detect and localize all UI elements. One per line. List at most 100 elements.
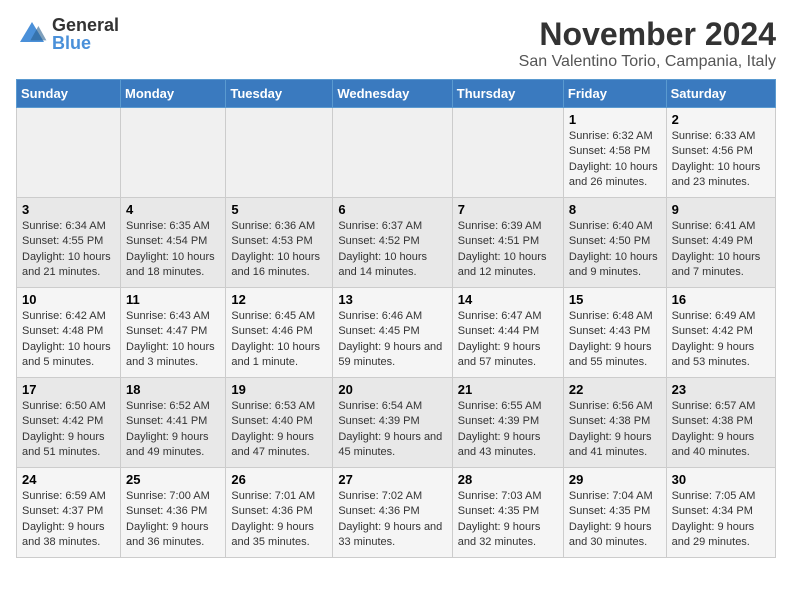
logo-icon (16, 18, 48, 50)
weekday-header-monday: Monday (121, 80, 226, 108)
calendar-cell (17, 108, 121, 198)
calendar-cell: 15 Sunrise: 6:48 AM Sunset: 4:43 PM Dayli… (563, 288, 666, 378)
day-number: 2 (672, 112, 770, 127)
day-info: Sunrise: 7:01 AM Sunset: 4:36 PM Dayligh… (231, 489, 327, 551)
day-number: 10 (22, 292, 115, 307)
day-number: 4 (126, 202, 220, 217)
day-info: Sunrise: 6:43 AM Sunset: 4:47 PM Dayligh… (126, 309, 220, 371)
day-number: 8 (569, 202, 661, 217)
day-number: 26 (231, 472, 327, 487)
month-title: November 2024 (519, 16, 776, 53)
logo-text: General Blue (52, 16, 119, 52)
calendar-cell: 28 Sunrise: 7:03 AM Sunset: 4:35 PM Dayli… (452, 468, 563, 558)
day-number: 19 (231, 382, 327, 397)
calendar-cell: 26 Sunrise: 7:01 AM Sunset: 4:36 PM Dayli… (226, 468, 333, 558)
calendar-week-2: 3 Sunrise: 6:34 AM Sunset: 4:55 PM Daylig… (17, 198, 776, 288)
logo-blue: Blue (52, 34, 119, 52)
day-number: 13 (338, 292, 446, 307)
weekday-header-tuesday: Tuesday (226, 80, 333, 108)
calendar-cell: 20 Sunrise: 6:54 AM Sunset: 4:39 PM Dayli… (333, 378, 452, 468)
day-info: Sunrise: 7:05 AM Sunset: 4:34 PM Dayligh… (672, 489, 770, 551)
calendar-cell: 10 Sunrise: 6:42 AM Sunset: 4:48 PM Dayli… (17, 288, 121, 378)
calendar-cell: 13Sunrise: 6:46 AM Sunset: 4:45 PM Dayli… (333, 288, 452, 378)
calendar-cell (226, 108, 333, 198)
day-number: 6 (338, 202, 446, 217)
day-info: Sunrise: 6:36 AM Sunset: 4:53 PM Dayligh… (231, 219, 327, 281)
calendar-cell: 30 Sunrise: 7:05 AM Sunset: 4:34 PM Dayli… (666, 468, 775, 558)
calendar-cell: 29Sunrise: 7:04 AM Sunset: 4:35 PM Dayli… (563, 468, 666, 558)
day-number: 15 (569, 292, 661, 307)
title-block: November 2024 San Valentino Torio, Campa… (519, 16, 776, 71)
day-info: Sunrise: 6:55 AM Sunset: 4:39 PM Dayligh… (458, 399, 558, 461)
weekday-header-friday: Friday (563, 80, 666, 108)
day-number: 12 (231, 292, 327, 307)
day-info: Sunrise: 6:56 AM Sunset: 4:38 PM Dayligh… (569, 399, 661, 461)
calendar-header: SundayMondayTuesdayWednesdayThursdayFrid… (17, 80, 776, 108)
weekday-header-row: SundayMondayTuesdayWednesdayThursdayFrid… (17, 80, 776, 108)
day-number: 16 (672, 292, 770, 307)
day-number: 21 (458, 382, 558, 397)
calendar-cell: 18Sunrise: 6:52 AM Sunset: 4:41 PM Dayli… (121, 378, 226, 468)
day-info: Sunrise: 7:04 AM Sunset: 4:35 PM Dayligh… (569, 489, 661, 551)
day-info: Sunrise: 6:41 AM Sunset: 4:49 PM Dayligh… (672, 219, 770, 281)
day-number: 5 (231, 202, 327, 217)
day-number: 3 (22, 202, 115, 217)
day-info: Sunrise: 6:48 AM Sunset: 4:43 PM Dayligh… (569, 309, 661, 371)
location: San Valentino Torio, Campania, Italy (519, 53, 776, 71)
day-info: Sunrise: 6:50 AM Sunset: 4:42 PM Dayligh… (22, 399, 115, 461)
day-info: Sunrise: 6:42 AM Sunset: 4:48 PM Dayligh… (22, 309, 115, 371)
calendar-cell: 21 Sunrise: 6:55 AM Sunset: 4:39 PM Dayli… (452, 378, 563, 468)
day-info: Sunrise: 6:47 AM Sunset: 4:44 PM Dayligh… (458, 309, 558, 371)
calendar-cell (121, 108, 226, 198)
day-info: Sunrise: 6:40 AM Sunset: 4:50 PM Dayligh… (569, 219, 661, 281)
calendar-cell: 5 Sunrise: 6:36 AM Sunset: 4:53 PM Daylig… (226, 198, 333, 288)
calendar-cell: 4Sunrise: 6:35 AM Sunset: 4:54 PM Daylig… (121, 198, 226, 288)
day-info: Sunrise: 6:57 AM Sunset: 4:38 PM Dayligh… (672, 399, 770, 461)
calendar-cell: 7Sunrise: 6:39 AM Sunset: 4:51 PM Daylig… (452, 198, 563, 288)
day-number: 27 (338, 472, 446, 487)
day-number: 30 (672, 472, 770, 487)
day-info: Sunrise: 6:54 AM Sunset: 4:39 PM Dayligh… (338, 399, 446, 461)
calendar-cell: 8 Sunrise: 6:40 AM Sunset: 4:50 PM Daylig… (563, 198, 666, 288)
weekday-header-sunday: Sunday (17, 80, 121, 108)
day-info: Sunrise: 6:49 AM Sunset: 4:42 PM Dayligh… (672, 309, 770, 371)
weekday-header-wednesday: Wednesday (333, 80, 452, 108)
day-info: Sunrise: 6:52 AM Sunset: 4:41 PM Dayligh… (126, 399, 220, 461)
day-info: Sunrise: 7:03 AM Sunset: 4:35 PM Dayligh… (458, 489, 558, 551)
calendar-week-1: 1 Sunrise: 6:32 AM Sunset: 4:58 PM Daylig… (17, 108, 776, 198)
calendar-cell: 27 Sunrise: 7:02 AM Sunset: 4:36 PM Dayli… (333, 468, 452, 558)
calendar-cell: 17Sunrise: 6:50 AM Sunset: 4:42 PM Dayli… (17, 378, 121, 468)
calendar-cell (333, 108, 452, 198)
day-info: Sunrise: 6:37 AM Sunset: 4:52 PM Dayligh… (338, 219, 446, 281)
day-info: Sunrise: 6:33 AM Sunset: 4:56 PM Dayligh… (672, 129, 770, 191)
day-number: 20 (338, 382, 446, 397)
calendar-week-4: 17Sunrise: 6:50 AM Sunset: 4:42 PM Dayli… (17, 378, 776, 468)
day-number: 24 (22, 472, 115, 487)
day-info: Sunrise: 6:53 AM Sunset: 4:40 PM Dayligh… (231, 399, 327, 461)
logo: General Blue (16, 16, 119, 52)
day-info: Sunrise: 6:34 AM Sunset: 4:55 PM Dayligh… (22, 219, 115, 281)
calendar-cell: 1 Sunrise: 6:32 AM Sunset: 4:58 PM Daylig… (563, 108, 666, 198)
weekday-header-saturday: Saturday (666, 80, 775, 108)
calendar-cell: 3 Sunrise: 6:34 AM Sunset: 4:55 PM Daylig… (17, 198, 121, 288)
calendar-cell: 25Sunrise: 7:00 AM Sunset: 4:36 PM Dayli… (121, 468, 226, 558)
day-number: 25 (126, 472, 220, 487)
day-number: 23 (672, 382, 770, 397)
calendar-week-5: 24Sunrise: 6:59 AM Sunset: 4:37 PM Dayli… (17, 468, 776, 558)
day-number: 28 (458, 472, 558, 487)
day-number: 1 (569, 112, 661, 127)
calendar-week-3: 10 Sunrise: 6:42 AM Sunset: 4:48 PM Dayli… (17, 288, 776, 378)
day-number: 9 (672, 202, 770, 217)
logo-general: General (52, 16, 119, 34)
calendar-cell: 22 Sunrise: 6:56 AM Sunset: 4:38 PM Dayli… (563, 378, 666, 468)
calendar-cell: 11Sunrise: 6:43 AM Sunset: 4:47 PM Dayli… (121, 288, 226, 378)
calendar-body: 1 Sunrise: 6:32 AM Sunset: 4:58 PM Daylig… (17, 108, 776, 558)
day-info: Sunrise: 6:45 AM Sunset: 4:46 PM Dayligh… (231, 309, 327, 371)
calendar-cell: 12 Sunrise: 6:45 AM Sunset: 4:46 PM Dayli… (226, 288, 333, 378)
day-number: 22 (569, 382, 661, 397)
calendar-cell (452, 108, 563, 198)
day-info: Sunrise: 6:32 AM Sunset: 4:58 PM Dayligh… (569, 129, 661, 191)
day-info: Sunrise: 7:02 AM Sunset: 4:36 PM Dayligh… (338, 489, 446, 551)
calendar-table: SundayMondayTuesdayWednesdayThursdayFrid… (16, 79, 776, 558)
weekday-header-thursday: Thursday (452, 80, 563, 108)
